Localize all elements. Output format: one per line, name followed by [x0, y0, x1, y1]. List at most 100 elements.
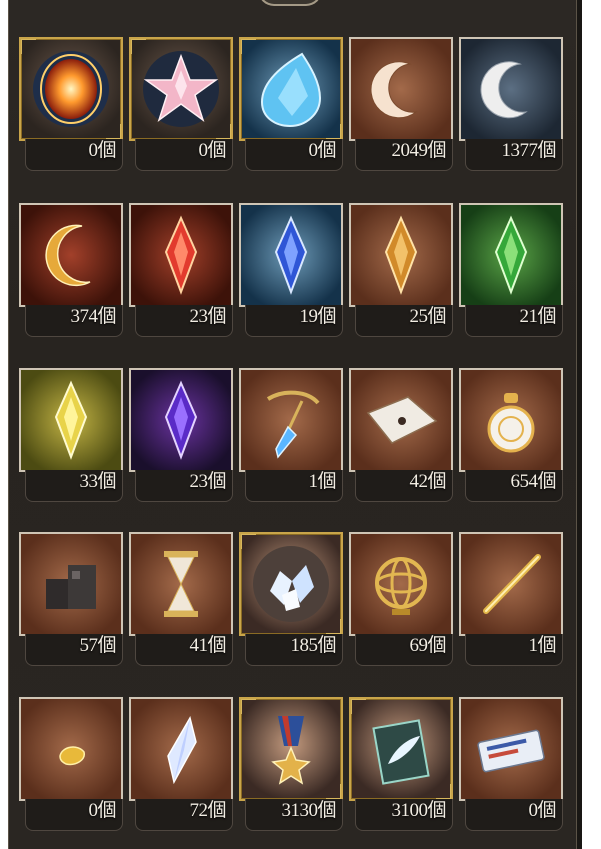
frame-corner — [21, 39, 36, 54]
item-count-box: 21個 — [465, 305, 563, 337]
item-count-box: 33個 — [25, 470, 123, 502]
item-icon-frame — [349, 697, 453, 801]
item-tile[interactable]: 654個 — [459, 368, 563, 504]
fire-crystal-icon — [164, 215, 198, 295]
item-count-box: 1個 — [245, 470, 343, 502]
item-icon-frame — [239, 368, 343, 472]
item-count: 72個 — [189, 800, 226, 821]
stone-blocks-icon — [46, 565, 96, 609]
item-icon-frame — [349, 532, 453, 636]
dark-crystal-icon — [164, 380, 198, 460]
ticket-icon — [477, 729, 545, 773]
frame-corner — [436, 784, 451, 799]
frame-corner — [326, 784, 341, 799]
item-count: 1個 — [528, 635, 556, 656]
item-icon-frame — [19, 532, 123, 636]
white-crescent-icon — [480, 61, 528, 119]
item-tile[interactable]: 185個 — [239, 532, 343, 668]
item-tile[interactable]: 25個 — [349, 203, 453, 339]
item-icon-frame — [349, 368, 453, 472]
item-icon-frame — [349, 37, 453, 141]
item-tile[interactable]: 21個 — [459, 203, 563, 339]
item-tile[interactable]: 23個 — [129, 203, 233, 339]
item-count: 3100個 — [391, 800, 446, 821]
item-count: 42個 — [409, 471, 446, 492]
item-tile[interactable]: 69個 — [349, 532, 453, 668]
item-tile[interactable]: 33個 — [19, 368, 123, 504]
sun-orb-icon — [33, 51, 109, 127]
item-icon-frame — [239, 37, 343, 141]
item-count-box: 1377個 — [465, 139, 563, 171]
item-count: 1個 — [308, 471, 336, 492]
item-tile[interactable]: 374個 — [19, 203, 123, 339]
item-count-box: 654個 — [465, 470, 563, 502]
item-count-box: 41個 — [135, 634, 233, 666]
item-count-box: 3130個 — [245, 799, 343, 831]
item-tile[interactable]: 41個 — [129, 532, 233, 668]
item-count-box: 19個 — [245, 305, 343, 337]
frame-corner — [241, 699, 256, 714]
scrollbar[interactable] — [577, 0, 582, 849]
gold-crescent-icon — [45, 224, 91, 287]
item-tile[interactable]: 19個 — [239, 203, 343, 339]
item-icon-frame — [349, 203, 453, 307]
item-tile[interactable]: 0個 — [19, 697, 123, 833]
item-count: 21個 — [519, 306, 556, 327]
item-icon-frame — [459, 368, 563, 472]
medal-icon — [271, 716, 311, 785]
item-tile[interactable]: 0個 — [129, 37, 233, 173]
blue-teardrop-gem-icon — [260, 52, 322, 128]
item-tile[interactable]: 1377個 — [459, 37, 563, 173]
wind-crystal-icon — [494, 215, 528, 295]
item-count-box: 42個 — [355, 470, 453, 502]
item-icon-frame — [459, 37, 563, 141]
item-count: 57個 — [79, 635, 116, 656]
item-tile[interactable]: 0個 — [239, 37, 343, 173]
item-count: 23個 — [189, 306, 226, 327]
item-tile[interactable]: 72個 — [129, 697, 233, 833]
item-icon-frame — [19, 37, 123, 141]
item-count: 69個 — [409, 635, 446, 656]
item-tile[interactable]: 2049個 — [349, 37, 453, 173]
pendulum-icon — [266, 390, 320, 459]
item-count: 0個 — [308, 140, 336, 161]
item-tile[interactable]: 3100個 — [349, 697, 453, 833]
item-count-box: 23個 — [135, 470, 233, 502]
item-tile[interactable]: 3130個 — [239, 697, 343, 833]
item-count: 185個 — [290, 635, 336, 656]
frame-corner — [241, 534, 256, 549]
item-count-box: 185個 — [245, 634, 343, 666]
item-count-box: 3100個 — [355, 799, 453, 831]
item-icon-frame — [239, 203, 343, 307]
item-tile[interactable]: 42個 — [349, 368, 453, 504]
water-crystal-icon — [274, 215, 308, 295]
item-count-box: 374個 — [25, 305, 123, 337]
item-tile[interactable]: 0個 — [459, 697, 563, 833]
map-scroll-icon — [366, 396, 438, 444]
item-count: 3130個 — [281, 800, 336, 821]
item-count: 19個 — [299, 306, 336, 327]
frame-corner — [326, 124, 341, 139]
item-count-box: 0個 — [465, 799, 563, 831]
item-tile[interactable]: 1個 — [459, 532, 563, 668]
item-count: 23個 — [189, 471, 226, 492]
item-tile[interactable]: 1個 — [239, 368, 343, 504]
item-tile[interactable]: 23個 — [129, 368, 233, 504]
item-icon-frame — [129, 368, 233, 472]
item-icon-frame — [129, 697, 233, 801]
item-count-box: 25個 — [355, 305, 453, 337]
item-count: 0個 — [88, 800, 116, 821]
golden-quill-icon — [483, 554, 541, 614]
item-count-box: 2049個 — [355, 139, 453, 171]
item-tile[interactable]: 0個 — [19, 37, 123, 173]
item-count-box: 57個 — [25, 634, 123, 666]
item-icon-frame — [19, 697, 123, 801]
item-count-box: 23個 — [135, 305, 233, 337]
item-icon-frame — [459, 697, 563, 801]
item-count-box: 0個 — [135, 139, 233, 171]
item-icon-frame — [19, 203, 123, 307]
item-count-box: 0個 — [25, 799, 123, 831]
item-tile[interactable]: 57個 — [19, 532, 123, 668]
perfume-bottle-icon — [487, 393, 535, 453]
item-count: 0個 — [88, 140, 116, 161]
